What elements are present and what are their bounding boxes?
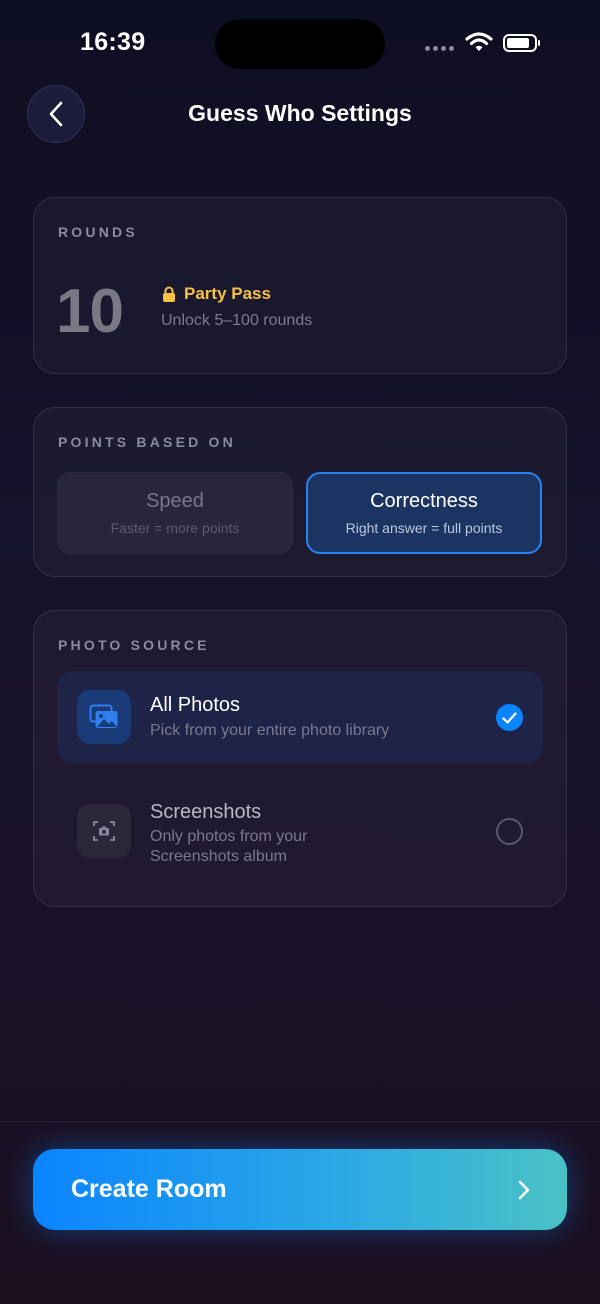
photo-source-section-label: PHOTO SOURCE (58, 637, 210, 653)
rounds-section-label: ROUNDS (58, 224, 138, 240)
create-room-button[interactable]: Create Room (33, 1149, 567, 1230)
lock-icon (163, 286, 175, 302)
status-time: 16:39 (80, 28, 146, 56)
status-bar: 16:39 (0, 0, 600, 90)
wifi-icon (465, 32, 493, 51)
correctness-option[interactable]: Correctness Right answer = full points (306, 472, 542, 554)
battery-icon (503, 34, 540, 52)
party-pass-subtitle: Unlock 5–100 rounds (161, 312, 313, 329)
page-title: Guess Who Settings (188, 100, 412, 126)
speed-option-title: Speed (146, 490, 204, 512)
screenshots-radio[interactable] (496, 818, 523, 845)
battery-level (507, 38, 530, 48)
correctness-option-title: Correctness (370, 490, 478, 512)
cellular-signal-icon (425, 46, 454, 51)
checkmark-icon (502, 711, 517, 724)
all-photos-title: All Photos (150, 694, 241, 716)
footer-divider (0, 1121, 600, 1122)
chevron-right-icon (518, 1180, 530, 1200)
points-section-label: POINTS BASED ON (58, 434, 236, 450)
create-room-label: Create Room (71, 1175, 227, 1203)
photos-icon (77, 690, 131, 744)
screenshots-option[interactable]: Screenshots Only photos from your Screen… (57, 785, 543, 877)
speed-option-subtitle: Faster = more points (110, 520, 240, 536)
dynamic-island (215, 19, 385, 69)
photo-source-card: PHOTO SOURCE All Photos Pick from your e… (33, 610, 567, 907)
screenshots-title: Screenshots (150, 801, 262, 823)
screenshots-subtitle: Only photos from your Screenshots album (150, 828, 308, 865)
points-card: POINTS BASED ON Speed Faster = more poin… (33, 407, 567, 577)
screenshot-icon (77, 804, 131, 858)
rounds-value[interactable]: 10 (56, 276, 124, 347)
all-photos-radio[interactable] (496, 704, 523, 731)
party-pass-label: Party Pass (184, 284, 271, 303)
party-pass-badge[interactable]: Party Pass (162, 284, 271, 304)
all-photos-option[interactable]: All Photos Pick from your entire photo l… (57, 671, 543, 763)
rounds-card: ROUNDS 10 Party Pass Unlock 5–100 rounds (33, 197, 567, 374)
all-photos-subtitle: Pick from your entire photo library (150, 722, 390, 739)
correctness-option-subtitle: Right answer = full points (345, 520, 503, 536)
speed-option[interactable]: Speed Faster = more points (57, 472, 293, 554)
